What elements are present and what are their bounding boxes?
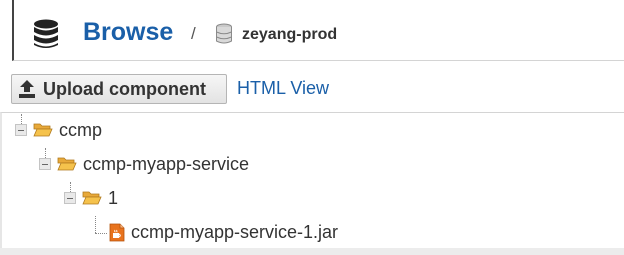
upload-component-button[interactable]: Upload component: [11, 74, 227, 104]
open-folder-icon: [57, 157, 77, 171]
upload-component-label: Upload component: [43, 78, 206, 99]
page-title: Browse: [83, 18, 174, 46]
tree-node-root[interactable]: ccmp: [15, 118, 102, 142]
database-icon: [34, 19, 58, 48]
tree-node-service[interactable]: ccmp-myapp-service: [39, 152, 249, 176]
bottom-scroll-region: [0, 248, 624, 255]
breadcrumb-repository[interactable]: zeyang-prod: [242, 26, 337, 44]
tree-node-label: ccmp-myapp-service-1.jar: [131, 221, 339, 242]
tree-node-label: ccmp: [59, 119, 103, 140]
collapse-toggle[interactable]: [64, 192, 76, 204]
tree-node-file[interactable]: ccmp-myapp-service-1.jar: [105, 220, 338, 244]
upload-icon: [19, 80, 35, 98]
collapse-toggle[interactable]: [15, 124, 27, 136]
breadcrumb-separator: /: [191, 24, 196, 43]
page-header: Browse / zeyang-prod: [12, 0, 624, 61]
tree-node-label: 1: [108, 187, 119, 208]
jar-file-icon: [109, 223, 125, 241]
open-folder-icon: [33, 123, 53, 137]
repository-icon: [216, 23, 232, 44]
html-view-link[interactable]: HTML View: [237, 78, 329, 99]
tree-node-version[interactable]: 1: [64, 186, 118, 210]
tree-node-label: ccmp-myapp-service: [83, 153, 250, 174]
collapse-toggle[interactable]: [39, 158, 51, 170]
tree-connector: [95, 216, 96, 233]
open-folder-icon: [82, 191, 102, 205]
